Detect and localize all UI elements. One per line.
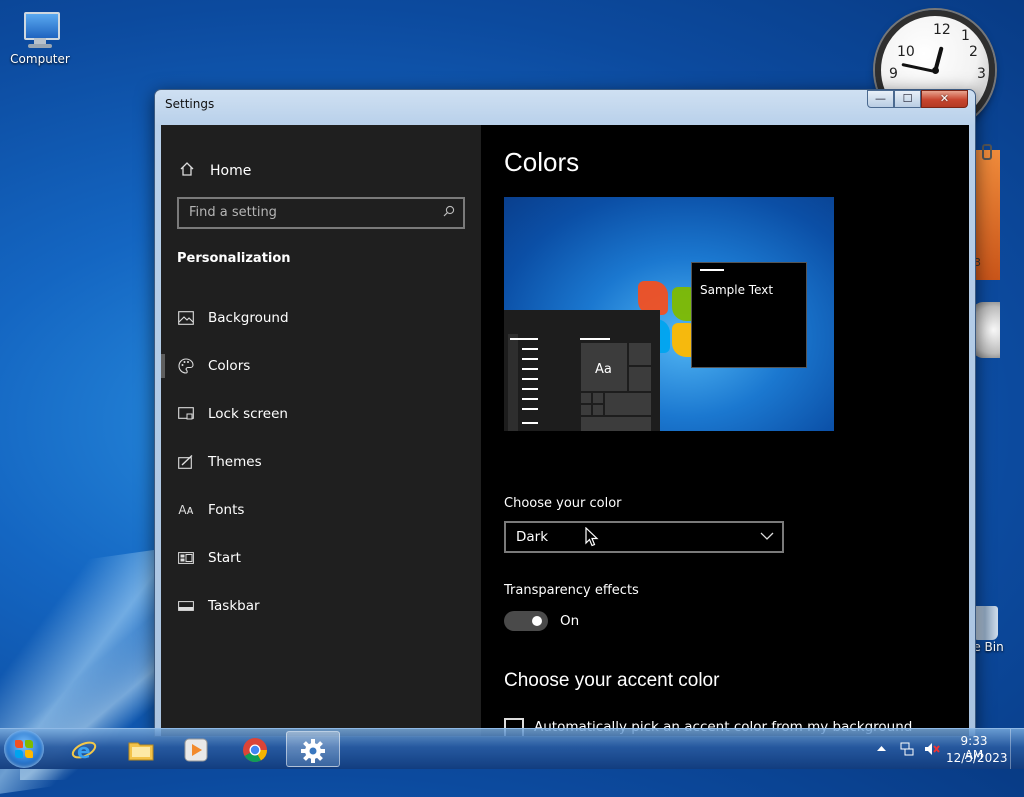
sidebar-item-start[interactable]: Start bbox=[161, 538, 481, 578]
home-icon bbox=[179, 161, 195, 181]
sidebar-item-label: Fonts bbox=[208, 502, 245, 518]
section-title: Personalization bbox=[177, 251, 291, 266]
clock-number: 1 bbox=[961, 28, 970, 44]
clock-number: 10 bbox=[897, 44, 915, 60]
maximize-button[interactable]: ☐ bbox=[894, 90, 921, 108]
window-client: Home Find a setting Personalization Back… bbox=[161, 125, 969, 736]
sidebar-item-label: Background bbox=[208, 310, 289, 326]
maximize-icon: ☐ bbox=[902, 92, 913, 105]
search-placeholder: Find a setting bbox=[189, 205, 277, 220]
sidebar-item-label: Colors bbox=[208, 358, 251, 374]
folder-icon bbox=[128, 742, 154, 761]
sidebar-item-fonts[interactable]: Aᴀ Fonts bbox=[161, 490, 481, 530]
gear-icon bbox=[301, 739, 325, 763]
themes-icon bbox=[177, 453, 195, 471]
chevron-down-icon bbox=[760, 532, 774, 540]
search-icon bbox=[443, 205, 455, 217]
home-label: Home bbox=[210, 163, 252, 179]
start-button[interactable] bbox=[4, 730, 44, 768]
taskbar-chrome[interactable] bbox=[229, 731, 283, 767]
desktop-icon-label: Computer bbox=[10, 52, 70, 66]
colors-page: Colors Sample Text Aa Choose your color … bbox=[481, 125, 969, 736]
sample-text: Sample Text bbox=[700, 283, 774, 297]
taskbar-settings[interactable] bbox=[286, 731, 340, 767]
toggle-knob bbox=[532, 616, 542, 626]
theme-preview: Sample Text Aa bbox=[504, 197, 834, 431]
transparency-toggle[interactable] bbox=[504, 611, 548, 631]
clock-number: 12 bbox=[933, 22, 951, 38]
taskbar-internet-explorer[interactable]: e bbox=[58, 731, 112, 767]
mouse-cursor bbox=[585, 527, 599, 547]
tray-date[interactable]: 12/5/2023 bbox=[946, 751, 1008, 765]
sidebar-item-label: Start bbox=[208, 550, 241, 566]
choose-color-label: Choose your color bbox=[504, 496, 622, 511]
picture-icon bbox=[177, 309, 195, 327]
close-icon: ✕ bbox=[939, 92, 950, 105]
taskbar: e 9:33 AM 12/5/2023 bbox=[0, 728, 1024, 769]
tile-text: Aa bbox=[595, 362, 612, 377]
home-link[interactable]: Home bbox=[179, 159, 251, 183]
show-hidden-icons-icon[interactable] bbox=[877, 745, 886, 752]
minimize-button[interactable]: — bbox=[867, 90, 894, 108]
taskbar-media-player[interactable] bbox=[170, 731, 224, 767]
clock-number: 2 bbox=[969, 44, 978, 60]
transparency-label: Transparency effects bbox=[504, 583, 639, 598]
color-mode-select[interactable]: Dark bbox=[504, 521, 784, 553]
clock-center bbox=[932, 67, 939, 74]
sidebar-item-lock-screen[interactable]: Lock screen bbox=[161, 394, 481, 434]
sidebar-item-taskbar[interactable]: Taskbar bbox=[161, 586, 481, 626]
chrome-icon bbox=[243, 738, 267, 763]
desktop-icon-recycle-bin[interactable]: le Bin bbox=[970, 606, 1024, 654]
media-player-icon bbox=[184, 738, 208, 762]
minimize-icon: — bbox=[875, 92, 886, 105]
fonts-icon: Aᴀ bbox=[178, 503, 194, 517]
close-button[interactable]: ✕ bbox=[921, 90, 968, 108]
taskbar-icon bbox=[177, 597, 195, 615]
sample-window: Sample Text bbox=[691, 262, 807, 368]
settings-window: Settings — ☐ ✕ Home Find a setting Perso… bbox=[154, 89, 976, 737]
toggle-state: On bbox=[560, 613, 580, 629]
show-desktop-button[interactable] bbox=[1010, 729, 1024, 769]
internet-explorer-icon: e bbox=[71, 739, 97, 763]
sidebar-item-themes[interactable]: Themes bbox=[161, 442, 481, 482]
sidebar-item-colors[interactable]: Colors bbox=[161, 346, 481, 386]
palette-icon bbox=[177, 357, 195, 375]
settings-nav: Home Find a setting Personalization Back… bbox=[161, 125, 481, 736]
sidebar-item-background[interactable]: Background bbox=[161, 298, 481, 338]
window-title: Settings bbox=[165, 97, 215, 111]
computer-icon bbox=[20, 10, 60, 50]
start-icon bbox=[177, 549, 195, 567]
title-bar[interactable]: Settings — ☐ ✕ bbox=[155, 90, 975, 126]
taskbar-file-explorer[interactable] bbox=[115, 731, 169, 767]
color-mode-value: Dark bbox=[516, 529, 549, 545]
lock-screen-icon bbox=[177, 405, 195, 423]
desktop-icon-computer[interactable]: Computer bbox=[0, 10, 80, 66]
page-title: Colors bbox=[504, 147, 580, 177]
accent-heading: Choose your accent color bbox=[504, 670, 720, 691]
clock-number: 3 bbox=[977, 66, 986, 82]
clock-number: 9 bbox=[889, 66, 898, 82]
volume-muted-icon[interactable] bbox=[924, 742, 940, 756]
network-icon[interactable] bbox=[900, 742, 914, 756]
sidebar-item-label: Lock screen bbox=[208, 406, 288, 422]
start-menu-preview: Aa bbox=[504, 310, 660, 431]
svg-text:e: e bbox=[77, 739, 91, 763]
sidebar-item-label: Taskbar bbox=[208, 598, 260, 614]
windows-flag-icon bbox=[15, 740, 33, 758]
clock-minute-hand bbox=[901, 62, 936, 73]
desktop-icon-label: le Bin bbox=[970, 640, 1004, 654]
search-input[interactable]: Find a setting bbox=[177, 197, 465, 229]
sidebar-item-label: Themes bbox=[208, 454, 262, 470]
